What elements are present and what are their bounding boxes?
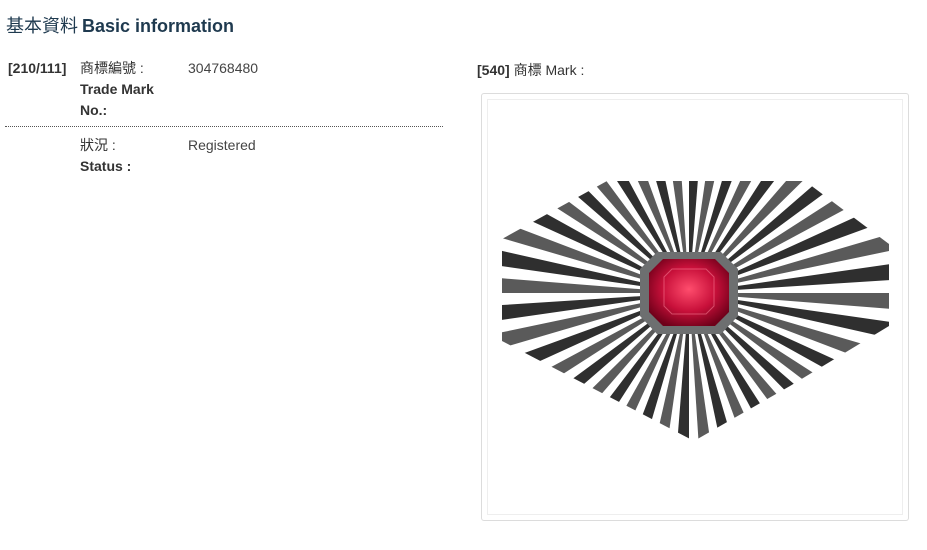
field-label-zh: 商標編號 : <box>80 60 144 76</box>
field-label-en: Trade Mark No.: <box>80 81 154 118</box>
field-label: 狀況 : Status : <box>80 135 180 177</box>
sunburst-ray <box>502 181 661 267</box>
field-label-zh: 狀況 : <box>80 137 116 153</box>
sunburst-ray <box>651 181 687 254</box>
trademark-image <box>481 93 909 521</box>
field-row-trademark-no: [210/111] 商標編號 : Trade Mark No.: 3047684… <box>5 58 443 127</box>
section-title-en: Basic information <box>82 16 235 36</box>
field-row-status: 狀況 : Status : Registered <box>5 135 443 185</box>
basic-info-table: [210/111] 商標編號 : Trade Mark No.: 3047684… <box>5 58 443 185</box>
field-label-en: Status : <box>80 158 132 174</box>
trademark-number-value: 304768480 <box>188 60 259 76</box>
mark-label-text: 商標 Mark : <box>513 62 585 78</box>
sunburst-ray <box>717 319 886 441</box>
section-title-zh: 基本資料 <box>6 16 78 36</box>
section-title: 基本資料 Basic information <box>6 12 234 38</box>
sunburst-ray <box>715 181 875 265</box>
ruby-sunburst-logo <box>502 181 889 441</box>
sunburst-ray <box>503 321 663 441</box>
field-code: [210/111] <box>8 60 67 76</box>
status-value: Registered <box>188 137 256 153</box>
mark-code: [540] <box>477 62 510 78</box>
field-label: 商標編號 : Trade Mark No.: <box>80 58 180 121</box>
mark-label: [540] 商標 Mark : <box>477 60 584 80</box>
